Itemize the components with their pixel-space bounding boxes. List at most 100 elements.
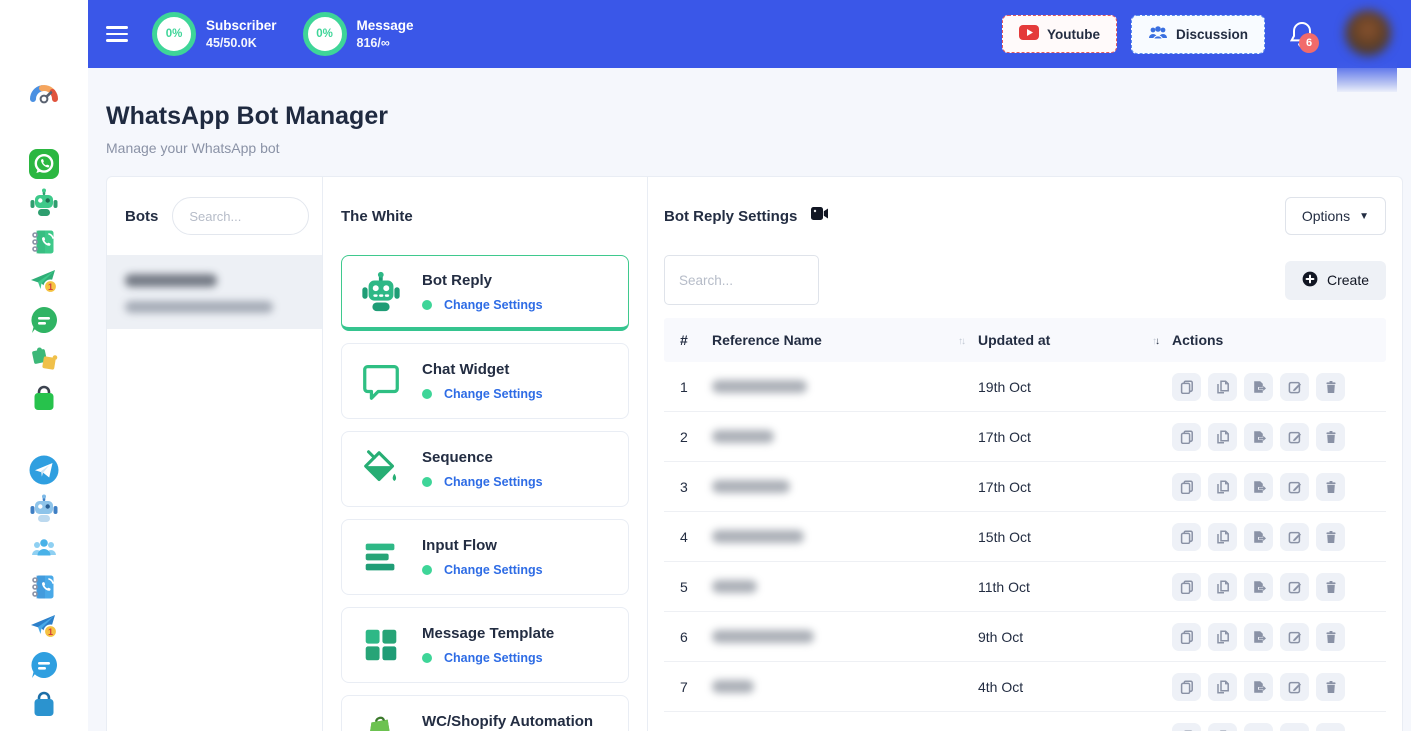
export-button[interactable] [1244, 573, 1273, 601]
edit-button[interactable] [1280, 723, 1309, 731]
reply-search-input[interactable] [664, 255, 819, 305]
sort-icon-active-desc[interactable]: ↑↓ [1152, 336, 1158, 347]
edit-button[interactable] [1280, 523, 1309, 551]
telegram-contacts-icon[interactable] [27, 570, 61, 604]
message-stat: 0% Message 816/∞ [303, 12, 414, 56]
whatsapp-contacts-icon[interactable] [27, 225, 61, 259]
reference-name-masked [712, 580, 757, 593]
notifications-bell-icon[interactable]: 6 [1289, 20, 1315, 48]
duplicate-button[interactable] [1208, 373, 1237, 401]
table-row-partial [664, 712, 1386, 731]
col-header-number[interactable]: # [664, 332, 712, 348]
export-button[interactable] [1244, 523, 1273, 551]
copy-button[interactable] [1172, 373, 1201, 401]
edit-button[interactable] [1280, 623, 1309, 651]
discussion-people-icon [1148, 25, 1168, 44]
robot-icon [358, 269, 404, 315]
export-button[interactable] [1244, 723, 1273, 731]
create-button[interactable]: Create [1285, 261, 1386, 300]
table-row: 3 17th Oct [664, 462, 1386, 512]
whatsapp-chat-icon[interactable] [27, 303, 61, 337]
feature-title: Input Flow [422, 537, 543, 554]
copy-button[interactable] [1172, 473, 1201, 501]
edit-button[interactable] [1280, 473, 1309, 501]
export-button[interactable] [1244, 623, 1273, 651]
col-header-reference-name[interactable]: Reference Name ↑↓ [712, 332, 978, 348]
duplicate-button[interactable] [1208, 423, 1237, 451]
telegram-shop-icon[interactable] [27, 687, 61, 721]
feature-card-bot-reply[interactable]: Bot Reply Change Settings [341, 255, 629, 331]
edit-button[interactable] [1280, 673, 1309, 701]
change-settings-link[interactable]: Change Settings [444, 387, 543, 401]
bot-list-item-selected[interactable] [107, 255, 322, 329]
change-settings-link[interactable]: Change Settings [444, 298, 543, 312]
whatsapp-bot-icon[interactable] [27, 186, 61, 220]
telegram-bot-icon[interactable] [27, 492, 61, 526]
sort-icon[interactable]: ↑↓ [958, 336, 964, 347]
delete-button[interactable] [1316, 723, 1345, 731]
col-header-updated-at[interactable]: Updated at ↑↓ [978, 332, 1172, 348]
bot-features-panel: The White Bot Reply Change Settings [323, 177, 648, 731]
options-button[interactable]: Options ▼ [1285, 197, 1386, 235]
copy-button[interactable] [1172, 673, 1201, 701]
delete-button[interactable] [1316, 373, 1345, 401]
discussion-button[interactable]: Discussion [1131, 15, 1265, 54]
delete-button[interactable] [1316, 623, 1345, 651]
edit-button[interactable] [1280, 373, 1309, 401]
updated-at: 11th Oct [978, 579, 1172, 595]
edit-button[interactable] [1280, 573, 1309, 601]
telegram-chat-icon[interactable] [27, 648, 61, 682]
feature-card-sequence[interactable]: Sequence Change Settings [341, 431, 629, 507]
duplicate-button[interactable] [1208, 573, 1237, 601]
export-button[interactable] [1244, 423, 1273, 451]
copy-button[interactable] [1172, 523, 1201, 551]
updated-at: 15th Oct [978, 529, 1172, 545]
reply-settings-table: # Reference Name ↑↓ Updated at ↑↓ Action… [664, 318, 1386, 731]
menu-toggle-icon[interactable] [106, 22, 128, 46]
copy-button[interactable] [1172, 423, 1201, 451]
whatsapp-icon[interactable] [27, 147, 61, 181]
avatar-zone [1337, 0, 1397, 68]
export-button[interactable] [1244, 373, 1273, 401]
delete-button[interactable] [1316, 423, 1345, 451]
whatsapp-broadcast-icon[interactable]: 1 [27, 264, 61, 298]
telegram-group-icon[interactable] [27, 531, 61, 565]
feature-card-wc-shopify[interactable]: S WC/Shopify Automation Change Settings [341, 695, 629, 731]
youtube-button[interactable]: Youtube [1002, 15, 1117, 53]
bots-panel: Bots [107, 177, 323, 731]
telegram-broadcast-icon[interactable]: 1 [27, 609, 61, 643]
bots-search-input[interactable] [172, 197, 309, 235]
reference-name-masked [712, 680, 754, 693]
edit-button[interactable] [1280, 423, 1309, 451]
duplicate-button[interactable] [1208, 623, 1237, 651]
delete-button[interactable] [1316, 673, 1345, 701]
duplicate-button[interactable] [1208, 473, 1237, 501]
top-header: 0% Subscriber 45/50.0K 0% Message 816/∞ … [88, 0, 1411, 68]
video-tutorial-icon[interactable] [811, 207, 828, 225]
duplicate-button[interactable] [1208, 723, 1237, 731]
telegram-icon[interactable] [27, 453, 61, 487]
copy-button[interactable] [1172, 723, 1201, 731]
delete-button[interactable] [1316, 573, 1345, 601]
bot-phone-masked [125, 301, 273, 313]
duplicate-button[interactable] [1208, 673, 1237, 701]
bot-name-masked [125, 274, 217, 287]
dashboard-gauge-icon[interactable] [27, 80, 61, 114]
feature-card-chat-widget[interactable]: Chat Widget Change Settings [341, 343, 629, 419]
delete-button[interactable] [1316, 523, 1345, 551]
change-settings-link[interactable]: Change Settings [444, 651, 543, 665]
status-dot [422, 477, 432, 487]
copy-button[interactable] [1172, 623, 1201, 651]
duplicate-button[interactable] [1208, 523, 1237, 551]
whatsapp-shop-icon[interactable] [27, 381, 61, 415]
integrations-puzzle-icon[interactable] [27, 342, 61, 376]
change-settings-link[interactable]: Change Settings [444, 475, 543, 489]
avatar[interactable] [1345, 10, 1391, 56]
feature-card-message-template[interactable]: Message Template Change Settings [341, 607, 629, 683]
export-button[interactable] [1244, 673, 1273, 701]
copy-button[interactable] [1172, 573, 1201, 601]
feature-card-input-flow[interactable]: Input Flow Change Settings [341, 519, 629, 595]
change-settings-link[interactable]: Change Settings [444, 563, 543, 577]
delete-button[interactable] [1316, 473, 1345, 501]
export-button[interactable] [1244, 473, 1273, 501]
